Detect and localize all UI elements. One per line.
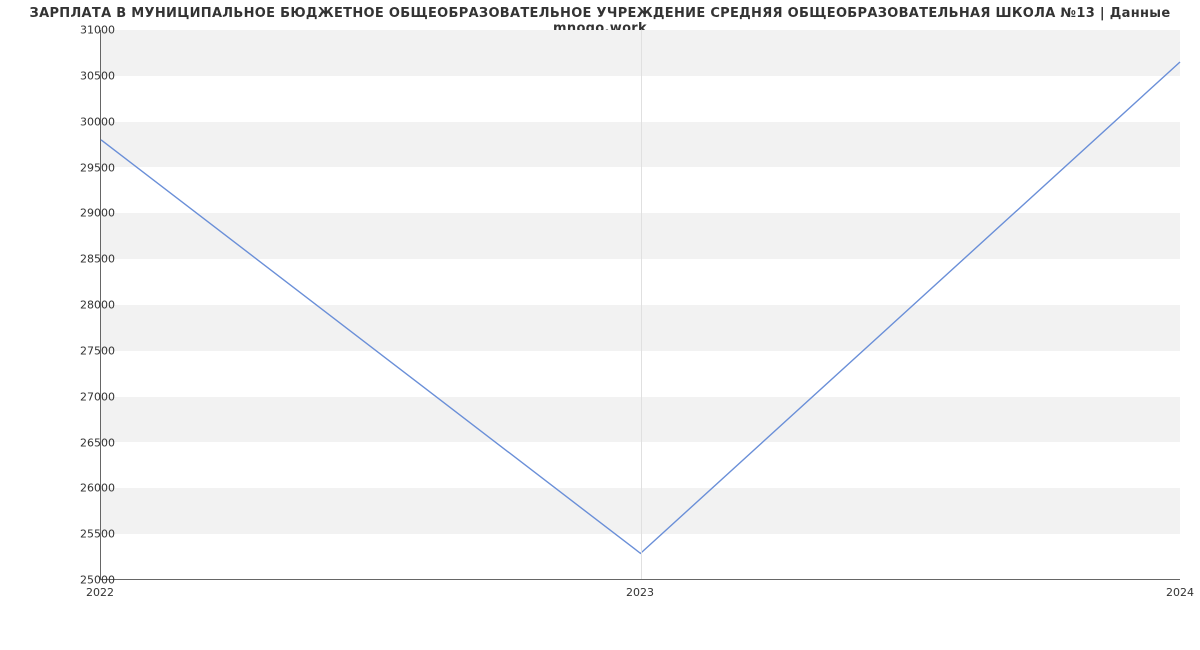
grid-vertical — [641, 30, 642, 579]
y-tick-label: 26500 — [65, 436, 115, 449]
chart-container: ЗАРПЛАТА В МУНИЦИПАЛЬНОЕ БЮДЖЕТНОЕ ОБЩЕО… — [0, 0, 1200, 650]
plot-area — [100, 30, 1180, 580]
y-tick-label: 28000 — [65, 299, 115, 312]
y-tick-label: 25500 — [65, 528, 115, 541]
y-tick-label: 30500 — [65, 69, 115, 82]
y-tick-label: 29500 — [65, 161, 115, 174]
y-tick-label: 30000 — [65, 115, 115, 128]
y-tick-label: 27500 — [65, 344, 115, 357]
y-tick-label: 27000 — [65, 390, 115, 403]
y-tick-label: 29000 — [65, 207, 115, 220]
y-tick-label: 25000 — [65, 574, 115, 587]
x-tick-label: 2023 — [626, 586, 654, 599]
y-tick-label: 31000 — [65, 24, 115, 37]
y-tick-label: 28500 — [65, 253, 115, 266]
x-tick-label: 2022 — [86, 586, 114, 599]
y-tick-label: 26000 — [65, 482, 115, 495]
x-tick-label: 2024 — [1166, 586, 1194, 599]
